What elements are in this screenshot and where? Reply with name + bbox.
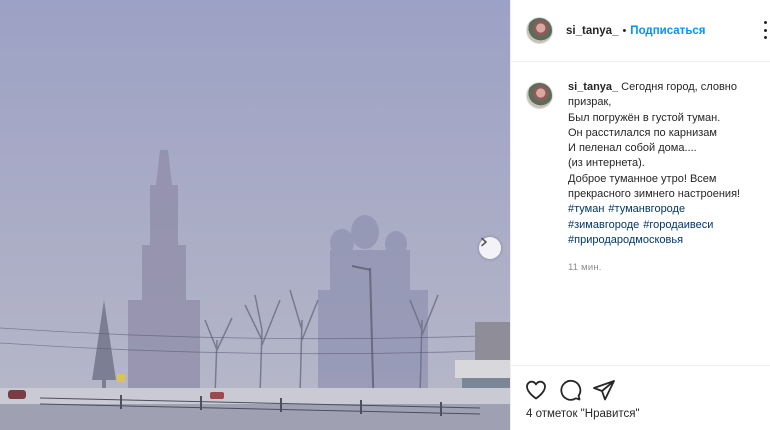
caption-line: (из интернета). [568,157,645,170]
post-timestamp[interactable]: 11 мин. [568,260,768,275]
caption-line: И пеленал собой дома.... [568,142,697,155]
caption-line: Был погружён в густой туман. [568,111,721,124]
caption-body: si_tanya_ Сегодня город, словно призрак, … [568,80,768,276]
hashtag-link[interactable]: #природародмосковья [568,234,683,246]
caption-line: Он расстилался по карнизам [568,126,717,139]
likes-count[interactable]: 4 отметок "Нравится" [526,408,640,420]
caption-username[interactable]: si_tanya_ [568,81,618,93]
caption-line: Доброе туманное утро! Всем [568,172,717,185]
more-dot-icon [763,28,767,32]
caption-line: si_tanya_ Сегодня город, словно [568,80,768,95]
hashtag-link[interactable]: #туман [568,203,604,215]
hashtag-row: #зимавгороде #городаивеси [568,218,768,233]
heart-icon[interactable] [524,378,548,402]
caption-line: прекрасного зимнего настроения! [568,188,741,201]
hashtag-link[interactable]: #городаивеси [643,219,713,231]
post-header: si_tanya_ • Подписаться [511,0,770,62]
caption-text: Сегодня город, словно [621,81,737,93]
avatar[interactable] [526,17,553,44]
caption-line: призрак, [568,96,612,109]
header-username[interactable]: si_tanya_ [566,25,618,37]
caption-avatar[interactable] [526,82,553,109]
foggy-city-scene [0,0,510,430]
next-photo-button[interactable] [479,237,501,259]
post-side-panel: si_tanya_ • Подписаться si_tanya_ Сегодня… [510,0,770,430]
comment-icon[interactable] [558,378,582,402]
more-options-button[interactable] [762,21,768,39]
more-dot-icon [763,21,767,24]
follow-button[interactable]: Подписаться [630,25,705,37]
post-actions: 4 отметок "Нравится" [511,365,770,430]
paper-plane-icon[interactable] [592,378,616,402]
hashtag-link[interactable]: #туманвгороде [608,203,685,215]
hashtag-row: #природародмосковья [568,233,768,248]
post-photo[interactable] [0,0,510,430]
separator-dot: • [622,24,627,37]
post-caption: si_tanya_ Сегодня город, словно призрак, … [526,80,768,276]
chevron-right-icon [481,237,487,247]
instagram-post: si_tanya_ • Подписаться si_tanya_ Сегодня… [0,0,770,430]
hashtag-row: #туман #туманвгороде [568,202,768,217]
more-dot-icon [763,36,767,39]
hashtag-link[interactable]: #зимавгороде [568,219,639,231]
